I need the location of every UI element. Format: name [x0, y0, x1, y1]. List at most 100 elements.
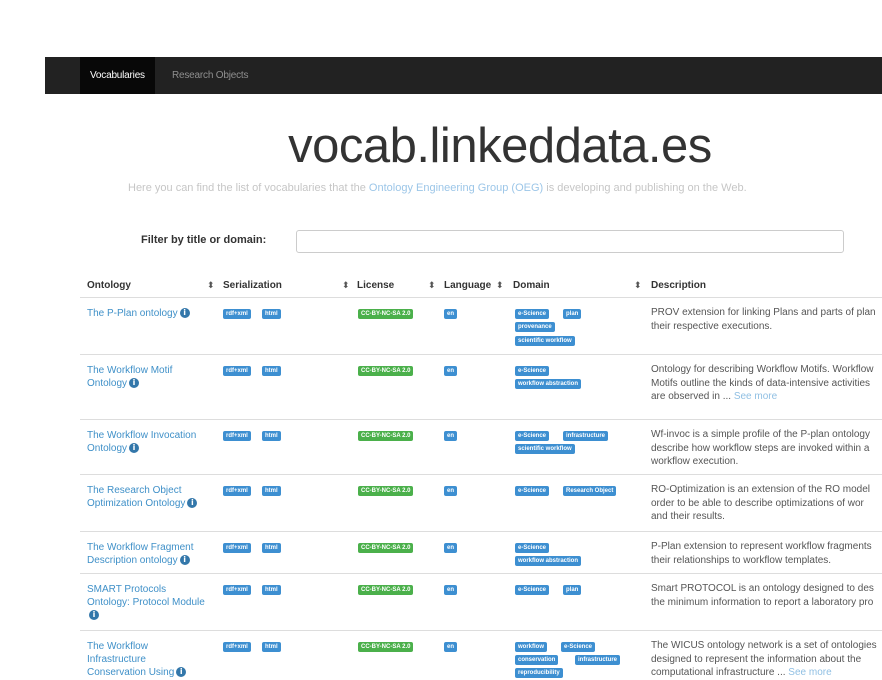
info-icon[interactable]: i	[179, 308, 190, 319]
serialization-badge[interactable]: rdf+xml	[223, 543, 251, 553]
license-badge[interactable]: CC-BY-NC-SA 2.0	[358, 486, 414, 496]
sort-icon[interactable]: ⬍	[634, 280, 642, 291]
domain-badge[interactable]: plan	[563, 309, 582, 319]
ontology-name-link[interactable]: The Workflow Fragment Description ontolog…	[87, 541, 212, 567]
ontology-name-line: Ontology	[87, 378, 128, 389]
description-line: PROV extension for linking Plans and par…	[651, 307, 876, 318]
ontology-name-line: The Workflow	[87, 641, 148, 652]
column-header-description[interactable]: Description	[651, 280, 706, 291]
language-badge: en	[444, 543, 458, 553]
domain-badge[interactable]: workflow abstraction	[515, 379, 582, 389]
sort-icon[interactable]: ⬍	[428, 280, 436, 291]
nav-tab-vocabularies[interactable]: Vocabularies	[80, 57, 155, 94]
license-badge[interactable]: CC-BY-NC-SA 2.0	[358, 309, 414, 319]
filter-input[interactable]	[296, 230, 844, 253]
info-icon[interactable]: i	[89, 610, 99, 621]
ontology-name-line: The Workflow Motif	[87, 365, 173, 376]
description-line: The WICUS ontology network is a set of o…	[651, 640, 877, 651]
domain-badge[interactable]: workflow abstraction	[515, 556, 582, 566]
language-badge: en	[444, 366, 458, 376]
oeg-link[interactable]: Ontology Engineering Group (OEG)	[369, 182, 543, 194]
serialization-badge[interactable]: html	[262, 309, 281, 319]
row-divider	[80, 354, 882, 355]
domain-badge[interactable]: e-Science	[515, 309, 550, 319]
description-line: Motifs outline the kinds of data-intensi…	[651, 377, 870, 389]
domain-badge[interactable]: e-Science	[515, 585, 550, 595]
row-divider	[80, 474, 882, 475]
description-line: order to be able to describe optimizatio…	[651, 497, 864, 509]
see-more-link[interactable]: See more	[788, 667, 831, 678]
domain-badge[interactable]: conservation	[515, 655, 559, 665]
description-text: Ontology for describing Workflow Motifs.…	[651, 363, 882, 404]
license-badge[interactable]: CC-BY-NC-SA 2.0	[358, 431, 414, 441]
description-line: the minimum information to report a labo…	[651, 596, 874, 608]
domain-badge[interactable]: infrastructure	[563, 431, 609, 441]
serialization-badge[interactable]: rdf+xml	[223, 585, 251, 595]
row-divider	[80, 531, 882, 532]
ontology-name-link[interactable]: The Workflow Infrastructure Conservation U…	[87, 640, 212, 679]
top-navbar: Vocabularies Research Objects	[45, 57, 882, 94]
ontology-name-line: Ontology	[87, 443, 128, 454]
column-header-serialization[interactable]: Serialization	[223, 280, 282, 291]
row-divider	[80, 419, 882, 420]
domain-badge[interactable]: e-Science	[515, 431, 550, 441]
column-header-license[interactable]: License	[357, 280, 394, 291]
description-line: workflow execution.	[651, 456, 739, 467]
description-text: The WICUS ontology network is a set of o…	[651, 639, 882, 680]
ontology-name-link[interactable]: SMART Protocols Ontology: Protocol Module…	[87, 583, 212, 622]
license-badge[interactable]: CC-BY-NC-SA 2.0	[358, 366, 414, 376]
domain-badge[interactable]: e-Science	[515, 486, 550, 496]
ontology-name-link[interactable]: The Workflow Invocation Ontology i	[87, 429, 212, 455]
sort-icon[interactable]: ⬍	[207, 280, 215, 291]
see-more-link[interactable]: See more	[734, 391, 777, 402]
license-badge[interactable]: CC-BY-NC-SA 2.0	[358, 642, 414, 652]
serialization-badge[interactable]: html	[262, 431, 281, 441]
domain-badge[interactable]: scientific workflow	[515, 336, 575, 346]
serialization-badge[interactable]: html	[262, 585, 281, 595]
serialization-badge[interactable]: html	[262, 366, 281, 376]
serialization-badge[interactable]: rdf+xml	[223, 486, 251, 496]
description-text: Wf-invoc is a simple profile of the P-pl…	[651, 428, 882, 469]
sort-icon[interactable]: ⬍	[342, 280, 350, 291]
info-icon[interactable]: i	[176, 667, 187, 678]
serialization-badge[interactable]: html	[262, 486, 281, 496]
nav-tab-research-objects[interactable]: Research Objects	[162, 57, 258, 94]
domain-badge[interactable]: e-Science	[561, 642, 596, 652]
domain-badge[interactable]: provenance	[515, 322, 555, 332]
ontology-name-link[interactable]: The Workflow Motif Ontology i	[87, 364, 212, 390]
serialization-badge[interactable]: rdf+xml	[223, 309, 251, 319]
ontology-name-line: The Research Object	[87, 485, 182, 496]
domain-badge[interactable]: scientific workflow	[515, 444, 575, 454]
domain-badge[interactable]: plan	[563, 585, 582, 595]
column-header-language[interactable]: Language	[444, 280, 491, 291]
filter-label: Filter by title or domain:	[141, 234, 267, 246]
serialization-badge[interactable]: rdf+xml	[223, 366, 251, 376]
domain-badge[interactable]: e-Science	[515, 543, 550, 553]
license-badge[interactable]: CC-BY-NC-SA 2.0	[358, 585, 414, 595]
description-text: RO-Optimization is an extension of the R…	[651, 483, 882, 524]
domain-badge[interactable]: workflow	[515, 642, 548, 652]
info-icon[interactable]: i	[129, 443, 140, 454]
serialization-badge[interactable]: rdf+xml	[223, 431, 251, 441]
serialization-badge[interactable]: html	[262, 642, 281, 652]
info-icon[interactable]: i	[179, 555, 190, 566]
serialization-badge[interactable]: html	[262, 543, 281, 553]
info-icon[interactable]: i	[129, 378, 140, 389]
language-badge: en	[444, 309, 458, 319]
description-line: their respective executions.	[651, 320, 773, 332]
language-badge: en	[444, 431, 458, 441]
domain-badge[interactable]: infrastructure	[575, 655, 621, 665]
description-text: Smart PROTOCOL is an ontology designed t…	[651, 582, 882, 609]
license-badge[interactable]: CC-BY-NC-SA 2.0	[358, 543, 414, 553]
domain-badge[interactable]: Research Object	[563, 486, 617, 496]
domain-badge[interactable]: e-Science	[515, 366, 550, 376]
ontology-name-link[interactable]: The P-Plan ontology i	[87, 307, 212, 320]
column-header-ontology[interactable]: Ontology	[87, 280, 131, 291]
column-header-domain[interactable]: Domain	[513, 280, 550, 291]
info-icon[interactable]: i	[187, 498, 198, 509]
ontology-name-link[interactable]: The Research Object Optimization Ontology…	[87, 484, 212, 510]
sort-icon[interactable]: ⬍	[496, 280, 504, 291]
ontology-name-line: Conservation Using	[87, 667, 175, 678]
serialization-badge[interactable]: rdf+xml	[223, 642, 251, 652]
header-divider	[80, 297, 882, 298]
